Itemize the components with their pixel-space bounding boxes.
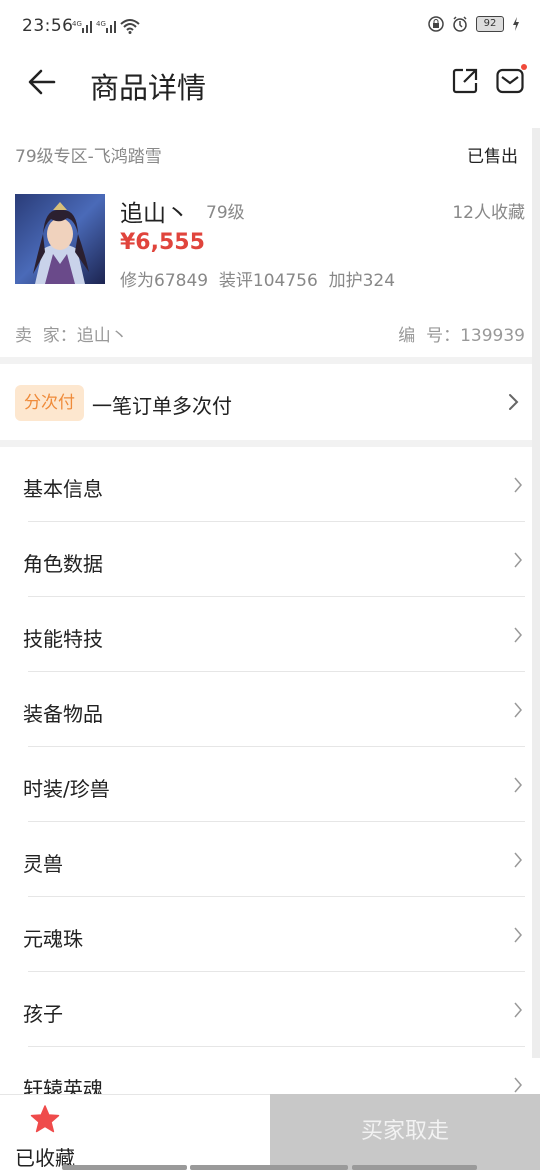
mail-icon[interactable]: [496, 68, 524, 94]
menu-item-label: 技能特技: [23, 627, 103, 651]
home-indicator: [62, 1165, 187, 1170]
item-id: 编 号：139939: [398, 326, 525, 346]
chevron-right-icon: [514, 477, 522, 493]
signal-type-label-2: 4G: [96, 20, 106, 28]
status-bar: 23:56 4G 4G 92: [0, 0, 540, 56]
price: ¥6,555: [120, 230, 205, 255]
menu-item-soul-orb[interactable]: 元魂珠: [0, 897, 540, 972]
character-name: 追山丶: [120, 201, 189, 227]
battery-icon: 92: [476, 16, 504, 32]
lock-rotation-icon: [428, 16, 444, 32]
section-divider: [0, 357, 540, 364]
charging-icon: [513, 17, 519, 31]
buy-button[interactable]: 买家取走: [270, 1094, 540, 1170]
menu-item-fashion-pets[interactable]: 时装/珍兽: [0, 747, 540, 822]
chevron-right-icon: [514, 702, 522, 718]
nav-bar: 商品详情: [0, 56, 540, 112]
menu-item-label: 装备物品: [23, 702, 103, 726]
star-icon: [30, 1105, 60, 1133]
character-avatar[interactable]: [15, 194, 105, 284]
seller-label: 卖 家：追山丶: [15, 326, 128, 346]
menu-item-children[interactable]: 孩子: [0, 972, 540, 1047]
status-right: 92: [428, 16, 520, 32]
menu-item-label: 时装/珍兽: [23, 777, 110, 801]
favorite-button[interactable]: 已收藏: [0, 1095, 270, 1171]
chevron-right-icon: [514, 1002, 522, 1018]
character-level: 79级: [206, 203, 245, 223]
chevron-right-icon: [514, 852, 522, 868]
chevron-right-icon: [514, 627, 522, 643]
sold-status: 已售出: [467, 147, 518, 167]
menu-item-label: 孩子: [23, 1002, 63, 1026]
scrollbar[interactable]: [532, 128, 540, 1058]
detail-menu: 基本信息 角色数据 技能特技 装备物品 时装/珍兽 灵兽 元魂珠 孩子 轩辕英魂: [0, 447, 540, 1122]
chevron-right-icon: [514, 1077, 522, 1093]
wifi-icon: [120, 19, 140, 34]
cell-signal-icon: 4G: [72, 20, 92, 33]
menu-item-spirit-beast[interactable]: 灵兽: [0, 822, 540, 897]
page-title: 商品详情: [90, 71, 207, 105]
character-stats: 修为67849 装评104756 加护324: [120, 271, 396, 291]
alarm-icon: [453, 16, 467, 32]
menu-item-skills[interactable]: 技能特技: [0, 597, 540, 672]
arrow-left-icon[interactable]: [26, 66, 58, 98]
home-indicator-3: [352, 1165, 477, 1170]
favorite-count: 12人收藏: [452, 203, 525, 223]
status-time: 23:56: [22, 16, 74, 36]
section-divider-2: [0, 440, 540, 447]
menu-item-basic-info[interactable]: 基本信息: [0, 447, 540, 522]
menu-item-character-data[interactable]: 角色数据: [0, 522, 540, 597]
menu-item-label: 基本信息: [23, 477, 103, 501]
menu-item-label: 角色数据: [23, 552, 103, 576]
chevron-right-icon: [514, 552, 522, 568]
installment-text: 一笔订单多次付: [92, 394, 232, 418]
installment-tag: 分次付: [15, 385, 84, 421]
chevron-right-icon: [514, 927, 522, 943]
menu-item-label: 灵兽: [23, 852, 63, 876]
zone-label: 79级专区-飞鸿踏雪: [15, 147, 162, 167]
home-indicator-2: [190, 1165, 348, 1170]
cell-signal-icon-2: 4G: [96, 20, 116, 33]
menu-item-label: 元魂珠: [23, 927, 83, 951]
chevron-right-icon: [509, 394, 519, 410]
signal-type-label: 4G: [72, 20, 82, 28]
chevron-right-icon: [514, 777, 522, 793]
share-icon[interactable]: [452, 68, 478, 94]
menu-item-equipment[interactable]: 装备物品: [0, 672, 540, 747]
notification-dot: [521, 64, 527, 70]
